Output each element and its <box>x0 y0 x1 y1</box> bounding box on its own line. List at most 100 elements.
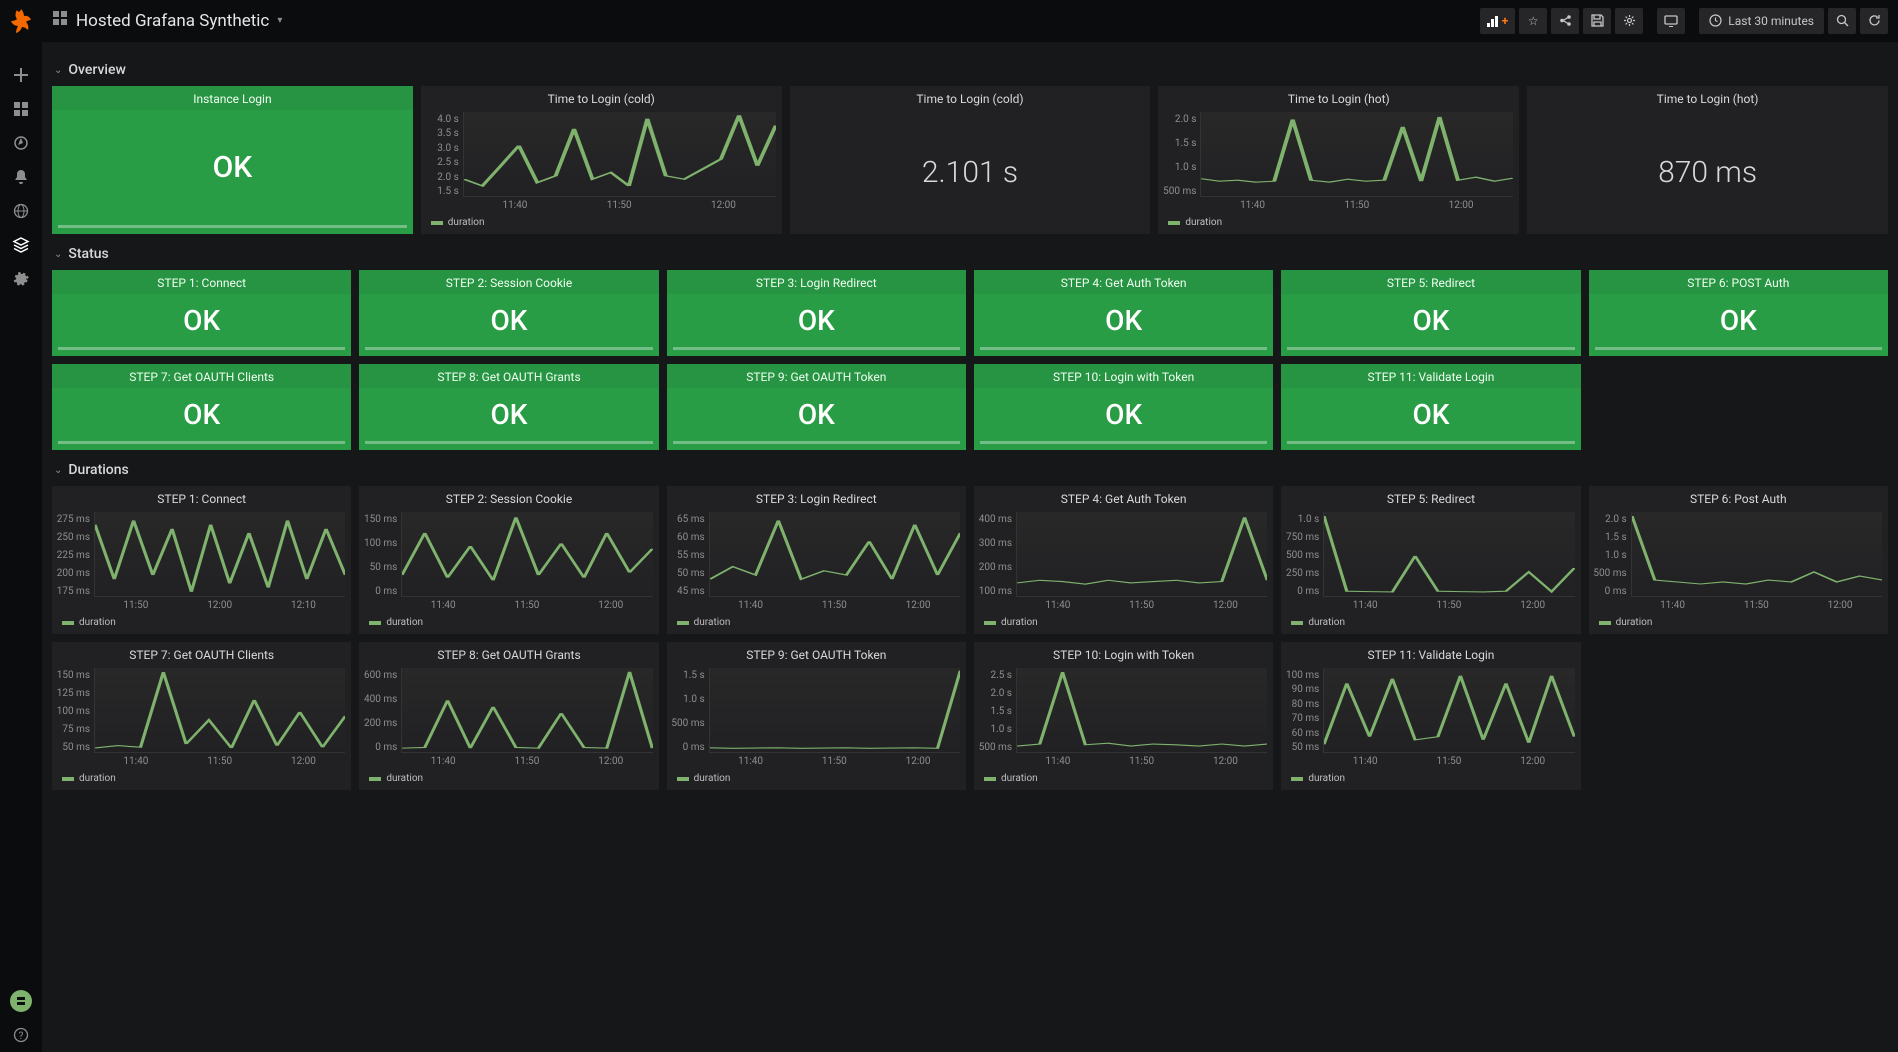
x-axis: 11:4011:5012:00 <box>94 753 345 767</box>
help-icon[interactable]: ? <box>0 1018 42 1052</box>
panel-title: STEP 2: Session Cookie <box>359 270 658 294</box>
create-icon[interactable] <box>0 58 42 92</box>
dashboard-title[interactable]: Hosted Grafana Synthetic ▾ <box>52 10 282 31</box>
status-panel[interactable]: STEP 10: Login with Token OK <box>974 364 1273 450</box>
plot-area <box>94 512 345 597</box>
status-bar <box>365 347 652 350</box>
share-button[interactable] <box>1551 8 1579 34</box>
svg-text:?: ? <box>19 1031 24 1042</box>
y-axis: 150 ms100 ms50 ms0 ms <box>361 512 401 611</box>
chevron-down-icon: ⌄ <box>54 249 62 260</box>
plot-area <box>401 512 652 597</box>
y-axis: 150 ms125 ms100 ms75 ms50 ms <box>54 668 94 767</box>
legend: duration <box>421 213 782 234</box>
section-header-status[interactable]: ⌄ Status <box>52 240 1888 266</box>
panel-title: STEP 8: Get OAUTH Grants <box>359 642 658 666</box>
chart-panel[interactable]: STEP 8: Get OAUTH Grants 600 ms400 ms200… <box>359 642 658 790</box>
section-header-durations[interactable]: ⌄ Durations <box>52 456 1888 482</box>
grafana-logo-icon[interactable] <box>7 8 35 36</box>
legend: duration <box>52 613 351 634</box>
status-bar <box>1595 347 1882 350</box>
y-axis: 1.5 s1.0 s500 ms0 ms <box>669 668 709 767</box>
chart-panel[interactable]: STEP 2: Session Cookie 150 ms100 ms50 ms… <box>359 486 658 634</box>
star-button[interactable]: ☆ <box>1519 8 1547 34</box>
chart-panel[interactable]: STEP 6: Post Auth 2.0 s1.5 s1.0 s500 ms0… <box>1589 486 1888 634</box>
time-picker-button[interactable]: Last 30 minutes <box>1699 8 1824 34</box>
view-mode-button[interactable] <box>1657 8 1685 34</box>
status-panel[interactable]: STEP 1: Connect OK <box>52 270 351 356</box>
status-value: OK <box>974 388 1273 441</box>
chart-panel[interactable]: STEP 10: Login with Token 2.5 s2.0 s1.5 … <box>974 642 1273 790</box>
chart-panel[interactable]: STEP 5: Redirect 1.0 s750 ms500 ms250 ms… <box>1281 486 1580 634</box>
panel-title: STEP 1: Connect <box>52 270 351 294</box>
status-panel[interactable]: STEP 9: Get OAUTH Token OK <box>667 364 966 450</box>
chevron-down-icon: ▾ <box>277 15 282 26</box>
singlestat-panel[interactable]: Time to Login (cold) 2.101 s <box>790 86 1151 234</box>
section-title: Durations <box>68 462 128 478</box>
legend-swatch <box>984 777 996 781</box>
status-panel[interactable]: STEP 3: Login Redirect OK <box>667 270 966 356</box>
x-axis: 11:4011:5012:00 <box>709 597 960 611</box>
status-bar <box>365 441 652 444</box>
legend-swatch <box>1291 777 1303 781</box>
chart-panel[interactable]: STEP 11: Validate Login 100 ms90 ms80 ms… <box>1281 642 1580 790</box>
globe-icon[interactable] <box>0 194 42 228</box>
panel-title: STEP 3: Login Redirect <box>667 270 966 294</box>
x-axis: 11:4011:5012:00 <box>1323 753 1574 767</box>
status-panel[interactable]: STEP 8: Get OAUTH Grants OK <box>359 364 658 450</box>
panel-title: STEP 5: Redirect <box>1281 270 1580 294</box>
status-panel[interactable]: Instance Login OK <box>52 86 413 234</box>
plot-area <box>1323 668 1574 753</box>
section-header-overview[interactable]: ⌄ Overview <box>52 56 1888 82</box>
zoom-button[interactable] <box>1828 8 1856 34</box>
singlestat-panel[interactable]: Time to Login (hot) 870 ms <box>1527 86 1888 234</box>
y-axis: 4.0 s3.5 s3.0 s2.5 s2.0 s1.5 s <box>423 112 463 211</box>
status-bar <box>1287 347 1574 350</box>
chart-panel[interactable]: Time to Login (cold) 4.0 s3.5 s3.0 s2.5 … <box>421 86 782 234</box>
status-bar <box>980 441 1267 444</box>
plot-area <box>1323 512 1574 597</box>
plot-area <box>463 112 776 197</box>
x-axis: 11:4011:5012:00 <box>1016 753 1267 767</box>
status-panel[interactable]: STEP 6: POST Auth OK <box>1589 270 1888 356</box>
legend: duration <box>1281 769 1580 790</box>
chart-panel[interactable]: STEP 7: Get OAUTH Clients 150 ms125 ms10… <box>52 642 351 790</box>
chart-panel[interactable]: STEP 9: Get OAUTH Token 1.5 s1.0 s500 ms… <box>667 642 966 790</box>
panel-title: Time to Login (cold) <box>421 86 782 110</box>
status-bar <box>673 347 960 350</box>
x-axis: 11:4011:5012:00 <box>1631 597 1882 611</box>
dashboards-icon[interactable] <box>0 92 42 126</box>
chart-panel[interactable]: STEP 4: Get Auth Token 400 ms300 ms200 m… <box>974 486 1273 634</box>
status-value: OK <box>974 294 1273 347</box>
status-panel[interactable]: STEP 5: Redirect OK <box>1281 270 1580 356</box>
status-panel[interactable]: STEP 2: Session Cookie OK <box>359 270 658 356</box>
stack-icon[interactable] <box>0 228 42 262</box>
status-value: OK <box>667 388 966 441</box>
section-status: ⌄ Status STEP 1: Connect OK STEP 2: Sess… <box>52 240 1888 450</box>
explore-icon[interactable] <box>0 126 42 160</box>
status-panel[interactable]: STEP 4: Get Auth Token OK <box>974 270 1273 356</box>
alerting-icon[interactable] <box>0 160 42 194</box>
dashboard-body: ⌄ Overview Instance Login OK Time to Log… <box>42 42 1898 810</box>
status-panel[interactable]: STEP 7: Get OAUTH Clients OK <box>52 364 351 450</box>
settings-button[interactable] <box>1615 8 1643 34</box>
refresh-button[interactable] <box>1860 8 1888 34</box>
save-button[interactable] <box>1583 8 1611 34</box>
legend: duration <box>359 769 658 790</box>
avatar-icon[interactable] <box>0 984 42 1018</box>
panel-title: Time to Login (hot) <box>1527 86 1888 110</box>
panel-title: STEP 7: Get OAUTH Clients <box>52 642 351 666</box>
legend: duration <box>974 613 1273 634</box>
legend-swatch <box>984 621 996 625</box>
chart-panel[interactable]: STEP 3: Login Redirect 65 ms60 ms55 ms50… <box>667 486 966 634</box>
chart-panel[interactable]: STEP 1: Connect 275 ms250 ms225 ms200 ms… <box>52 486 351 634</box>
panel-title: STEP 6: POST Auth <box>1589 270 1888 294</box>
legend: duration <box>667 613 966 634</box>
chart-panel[interactable]: Time to Login (hot) 2.0 s1.5 s1.0 s500 m… <box>1158 86 1519 234</box>
configuration-icon[interactable] <box>0 262 42 296</box>
panel-title: Time to Login (cold) <box>790 86 1151 110</box>
status-value: OK <box>1281 294 1580 347</box>
status-panel[interactable]: STEP 11: Validate Login OK <box>1281 364 1580 450</box>
panel-title: STEP 8: Get OAUTH Grants <box>359 364 658 388</box>
add-panel-button[interactable]: + <box>1480 8 1516 34</box>
